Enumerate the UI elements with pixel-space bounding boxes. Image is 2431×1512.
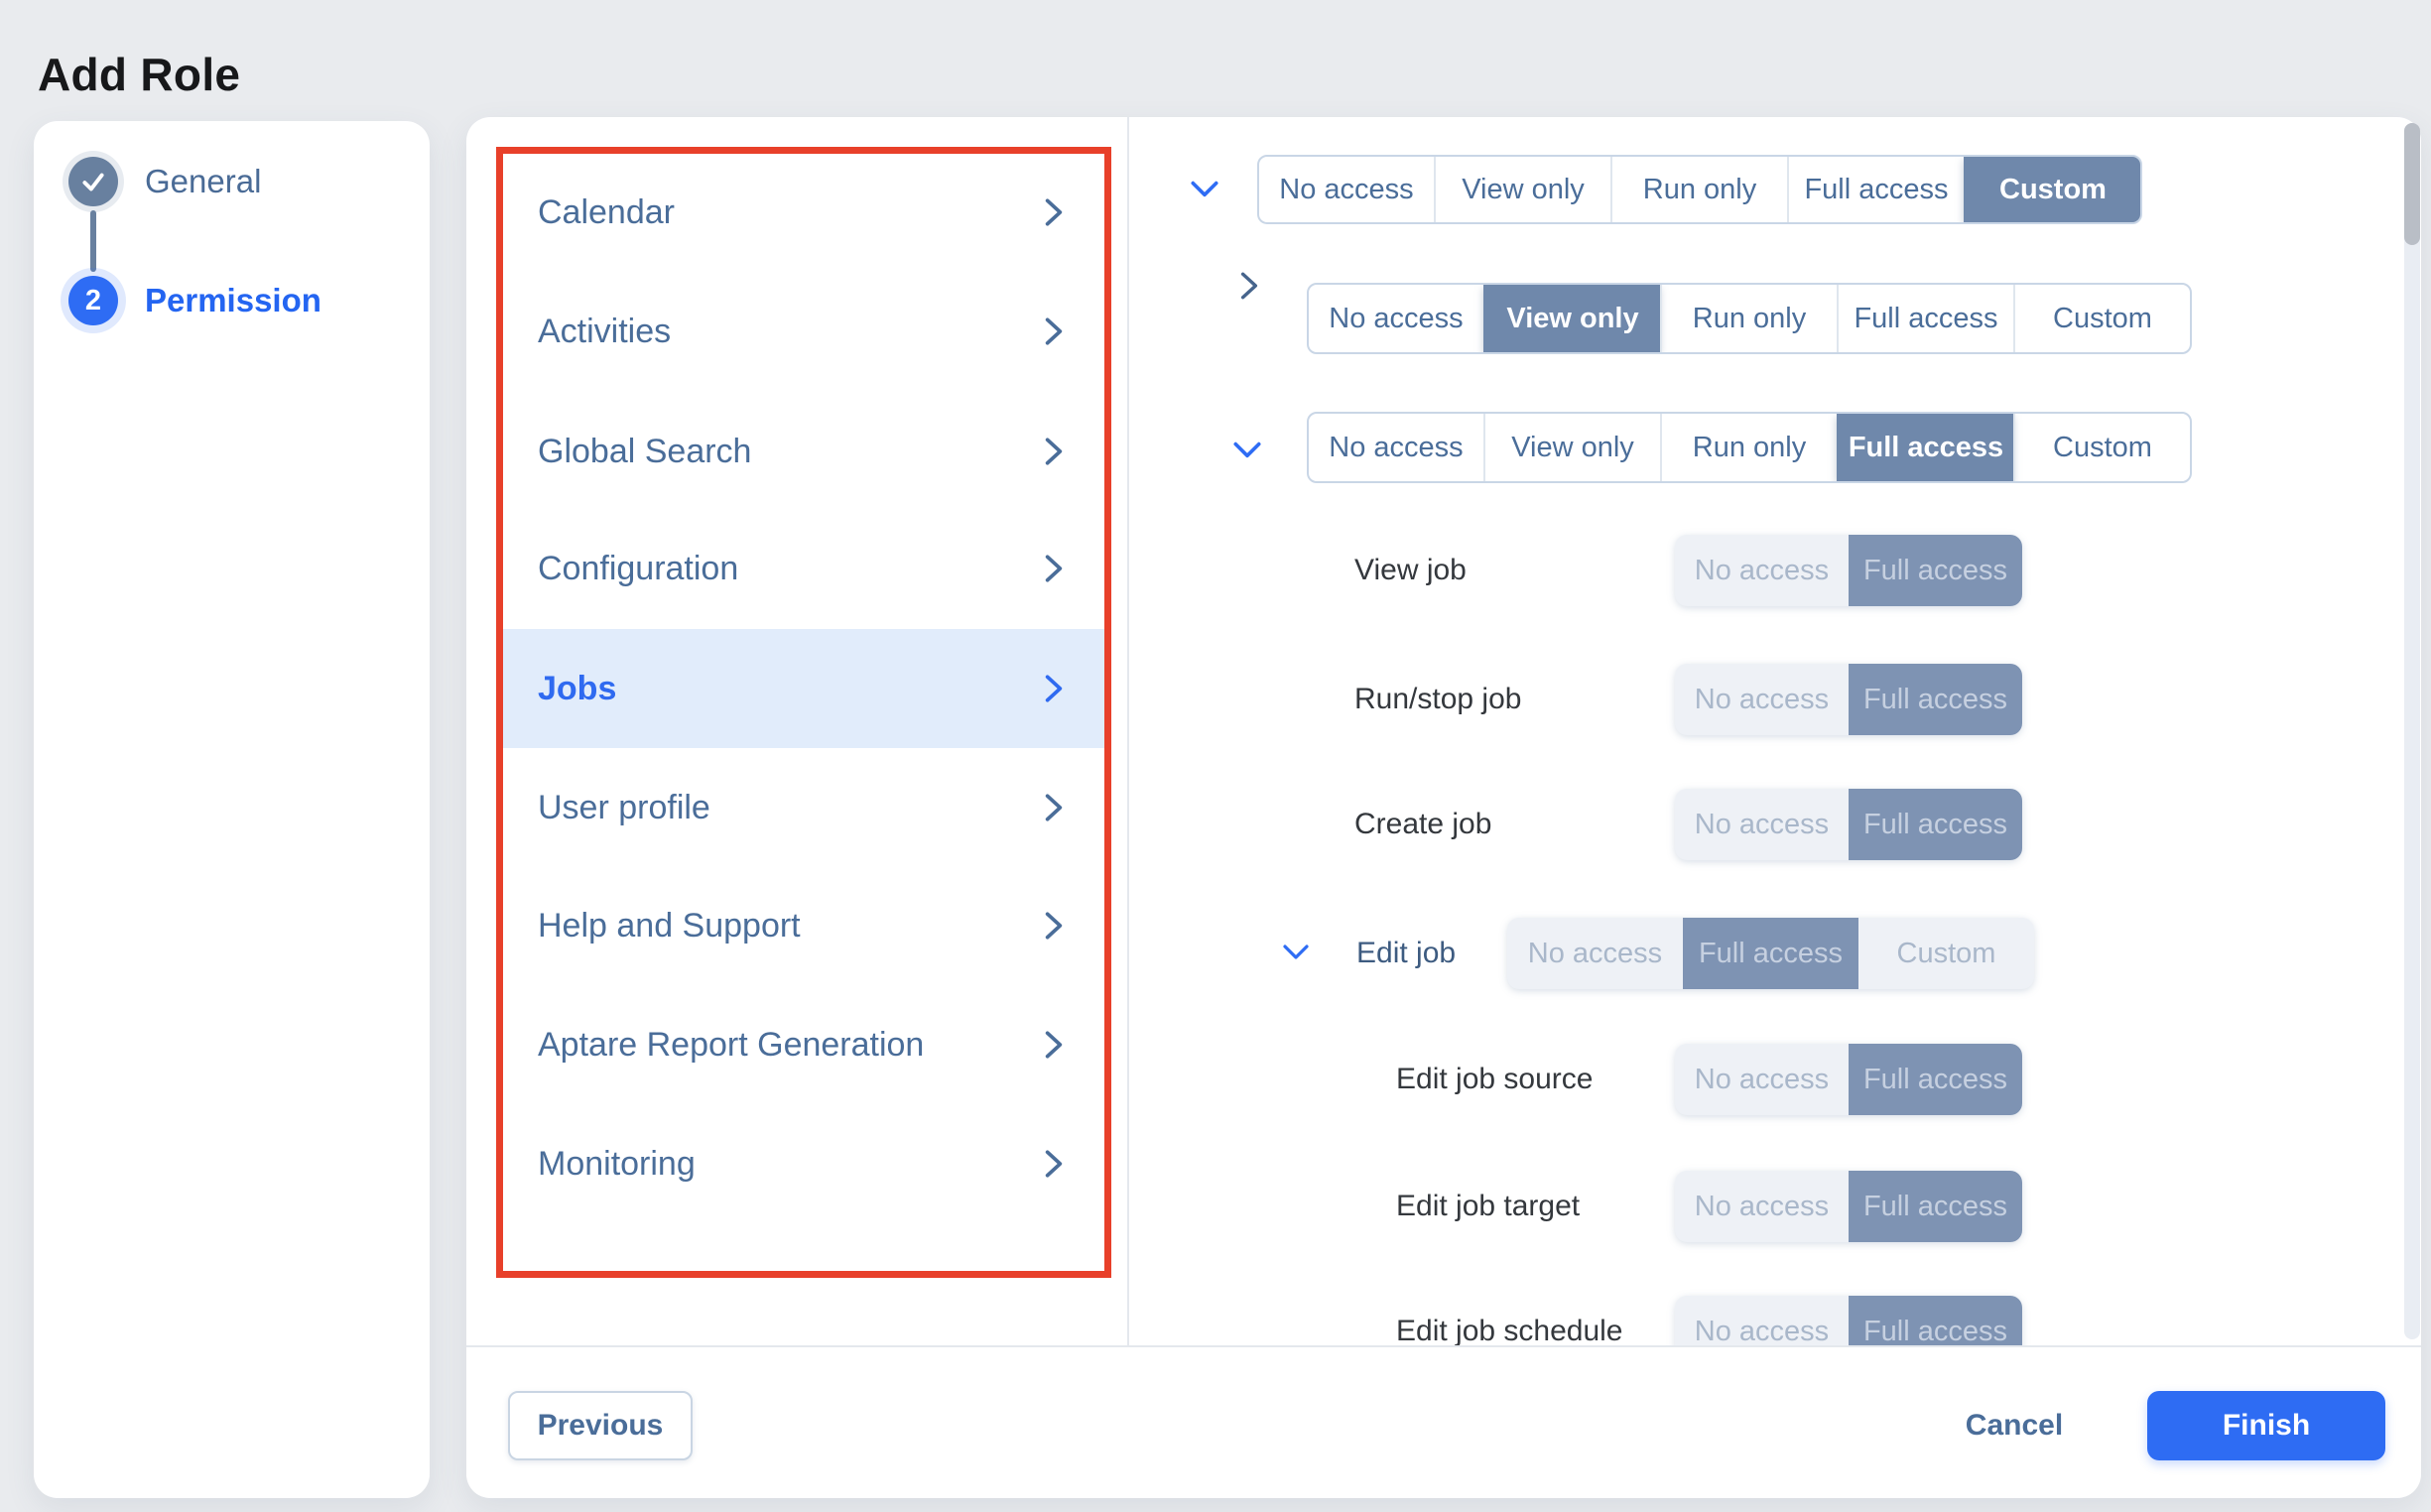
expand-chevron-right-icon[interactable] — [1238, 270, 1260, 302]
menu-item-calendar[interactable]: Calendar — [503, 153, 1104, 272]
previous-button[interactable]: Previous — [508, 1391, 693, 1460]
option-no-access[interactable]: No access — [1675, 1296, 1849, 1345]
perm-label-run-stop-job: Run/stop job — [1354, 664, 1521, 735]
edit-job-schedule-toggle: No access Full access — [1675, 1296, 2022, 1345]
option-no-access[interactable]: No access — [1675, 1044, 1849, 1115]
option-no-access[interactable]: No access — [1309, 414, 1483, 481]
perm-label-edit-job[interactable]: Edit job — [1356, 918, 1456, 989]
option-full-access[interactable]: Full access — [1849, 535, 2022, 606]
option-full-access[interactable]: Full access — [1837, 414, 2013, 481]
option-full-access[interactable]: Full access — [1849, 1296, 2022, 1345]
option-run-only[interactable]: Run only — [1660, 414, 1837, 481]
menu-item-label: Help and Support — [538, 907, 801, 945]
edit-job-source-toggle: No access Full access — [1675, 1044, 2022, 1115]
option-full-access[interactable]: Full access — [1849, 1044, 2022, 1115]
run-stop-job-toggle: No access Full access — [1675, 664, 2022, 735]
create-job-toggle: No access Full access — [1675, 789, 2022, 860]
step-permission-number[interactable]: 2 — [68, 276, 118, 325]
cancel-button[interactable]: Cancel — [1937, 1391, 2092, 1460]
footer-divider — [466, 1345, 2421, 1347]
chevron-right-icon — [1043, 436, 1065, 467]
edit-job-toggle: No access Full access Custom — [1507, 918, 2034, 989]
collapse-chevron-down-icon[interactable] — [1189, 179, 1220, 200]
menu-item-label: Global Search — [538, 433, 751, 471]
option-view-only[interactable]: View only — [1483, 414, 1660, 481]
permission-detail-panel: No access View only Run only Full access… — [1127, 117, 2431, 1345]
chevron-right-icon — [1043, 910, 1065, 942]
collapse-chevron-down-icon[interactable] — [1231, 440, 1263, 461]
permission-option-group: No access View only Run only Full access… — [1307, 412, 2192, 483]
add-role-dialog: Add Role General 2 Permission Calendar A… — [0, 0, 2431, 1512]
edit-job-target-toggle: No access Full access — [1675, 1171, 2022, 1242]
permission-option-group: No access View only Run only Full access… — [1307, 283, 2192, 354]
perm-label-edit-job-target: Edit job target — [1396, 1171, 1580, 1242]
menu-item-aptare-report-generation[interactable]: Aptare Report Generation — [503, 985, 1104, 1104]
menu-item-label: Aptare Report Generation — [538, 1026, 924, 1065]
chevron-right-icon — [1043, 792, 1065, 823]
menu-item-global-search[interactable]: Global Search — [503, 392, 1104, 511]
chevron-right-icon — [1043, 196, 1065, 228]
scrollbar-thumb[interactable] — [2404, 123, 2420, 245]
option-no-access[interactable]: No access — [1259, 157, 1434, 222]
stepper-connector — [90, 210, 96, 272]
chevron-right-icon — [1043, 673, 1065, 704]
option-no-access[interactable]: No access — [1507, 918, 1683, 989]
permission-option-group: No access View only Run only Full access… — [1257, 155, 2142, 224]
option-no-access[interactable]: No access — [1675, 535, 1849, 606]
step-permission-label[interactable]: Permission — [145, 276, 321, 325]
view-job-toggle: No access Full access — [1675, 535, 2022, 606]
option-custom[interactable]: Custom — [2013, 414, 2190, 481]
option-no-access[interactable]: No access — [1675, 664, 1849, 735]
option-no-access[interactable]: No access — [1309, 285, 1483, 352]
menu-item-label: Calendar — [538, 193, 675, 232]
menu-item-label: Configuration — [538, 550, 738, 588]
menu-item-help-and-support[interactable]: Help and Support — [503, 866, 1104, 985]
chevron-right-icon — [1043, 1148, 1065, 1180]
option-view-only[interactable]: View only — [1434, 157, 1610, 222]
option-full-access[interactable]: Full access — [1849, 789, 2022, 860]
option-full-access[interactable]: Full access — [1683, 918, 1858, 989]
step-general-label[interactable]: General — [145, 157, 261, 206]
perm-label-edit-job-source: Edit job source — [1396, 1044, 1593, 1115]
option-no-access[interactable]: No access — [1675, 789, 1849, 860]
page-title: Add Role — [38, 48, 240, 101]
menu-item-jobs[interactable]: Jobs — [503, 629, 1104, 748]
perm-label-create-job: Create job — [1354, 789, 1491, 860]
option-run-only[interactable]: Run only — [1610, 157, 1787, 222]
menu-item-activities[interactable]: Activities — [503, 272, 1104, 391]
scrollbar-track[interactable] — [2404, 123, 2420, 1339]
step-general-check-icon[interactable] — [68, 157, 118, 206]
menu-item-monitoring[interactable]: Monitoring — [503, 1104, 1104, 1223]
chevron-right-icon — [1043, 1029, 1065, 1061]
menu-item-label: User profile — [538, 789, 710, 827]
menu-item-label: Monitoring — [538, 1145, 696, 1184]
collapse-chevron-down-icon[interactable] — [1281, 943, 1311, 962]
option-custom[interactable]: Custom — [2013, 285, 2190, 352]
perm-label-view-job: View job — [1354, 535, 1467, 606]
finish-button[interactable]: Finish — [2147, 1391, 2385, 1460]
option-view-only[interactable]: View only — [1483, 285, 1660, 352]
option-full-access[interactable]: Full access — [1849, 664, 2022, 735]
menu-item-user-profile[interactable]: User profile — [503, 748, 1104, 867]
menu-item-configuration[interactable]: Configuration — [503, 509, 1104, 628]
chevron-right-icon — [1043, 553, 1065, 584]
perm-label-edit-job-schedule: Edit job schedule — [1396, 1296, 1623, 1345]
option-no-access[interactable]: No access — [1675, 1171, 1849, 1242]
menu-item-label: Jobs — [538, 670, 616, 708]
option-run-only[interactable]: Run only — [1660, 285, 1837, 352]
check-icon — [79, 168, 107, 195]
chevron-right-icon — [1043, 315, 1065, 347]
menu-item-label: Activities — [538, 313, 671, 351]
option-full-access[interactable]: Full access — [1837, 285, 2013, 352]
option-custom[interactable]: Custom — [1858, 918, 2034, 989]
stepper-panel: General 2 Permission — [34, 121, 430, 1498]
option-full-access[interactable]: Full access — [1849, 1171, 2022, 1242]
option-custom[interactable]: Custom — [1964, 157, 2140, 222]
option-full-access[interactable]: Full access — [1787, 157, 1964, 222]
